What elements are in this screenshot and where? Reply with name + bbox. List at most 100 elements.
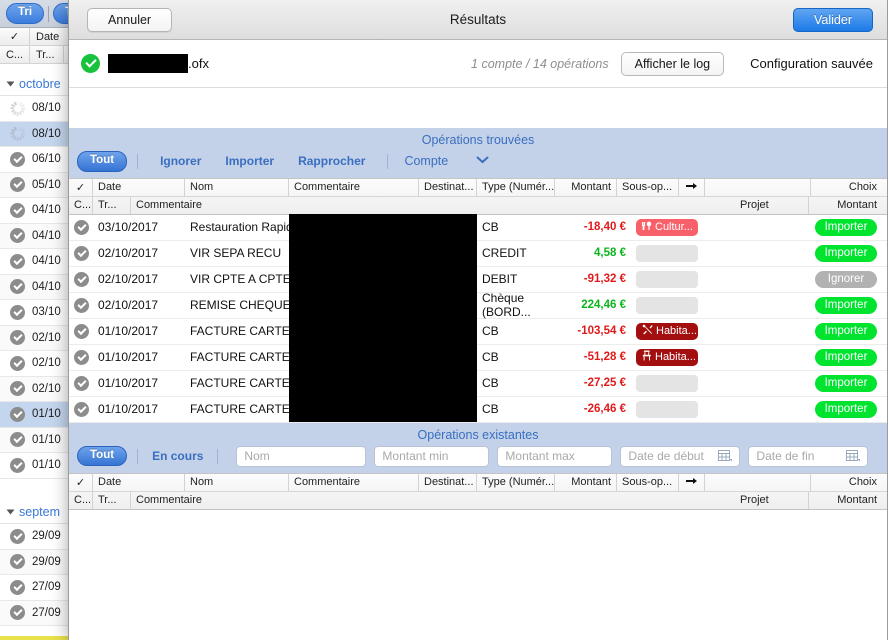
check-circle-icon[interactable] [10,381,25,397]
amount-min-input[interactable]: Montant min [374,445,490,467]
th-project[interactable]: Projet [735,196,809,214]
check-circle-icon[interactable] [10,406,25,422]
sort-arrows-icon[interactable] [679,178,705,196]
name-filter-input[interactable]: Nom [236,445,367,467]
calendar-icon[interactable] [718,450,733,462]
th-date[interactable]: Date [93,473,185,491]
check-circle-icon[interactable] [10,330,25,346]
th-amount-2[interactable]: Montant [809,492,887,509]
row-suboperation[interactable] [631,267,703,292]
th-amount[interactable]: Montant [555,178,617,196]
th-amount[interactable]: Montant [555,473,617,491]
table-row[interactable]: 01/10/2017 FACTURE CARTE CB -103,54 € Habita… [69,318,887,345]
check-circle-icon[interactable] [10,304,25,320]
category-badge[interactable]: Habita... [636,322,698,340]
check-circle-icon[interactable] [10,579,25,595]
category-badge-empty[interactable] [636,296,698,314]
row-check-icon[interactable] [69,345,93,370]
category-badge-empty[interactable] [636,244,698,262]
existing-filter-tab-all[interactable]: Tout [77,445,128,467]
check-circle-icon[interactable] [10,528,25,544]
table-row[interactable]: 03/10/2017 Restauration Rapide CB -18,40 € C… [69,214,887,241]
category-badge-empty[interactable] [636,400,698,418]
th-suboperation[interactable]: Sous-op... [617,473,679,491]
check-circle-icon[interactable] [10,151,25,167]
th-suboperation[interactable]: Sous-op... [617,178,679,196]
bg-col-tr[interactable]: Tr... [30,46,64,63]
row-check-icon[interactable] [69,293,93,318]
category-badge[interactable]: Cultur... [636,218,698,236]
filter-tab-import[interactable]: Importer [213,154,286,168]
row-suboperation[interactable] [631,371,703,396]
bg-col-c[interactable]: C... [0,46,30,63]
th-comment-2[interactable]: Commentaire [131,492,735,509]
filter-tab-reconcile[interactable]: Rapprocher [286,154,377,168]
row-action-button[interactable]: Importer [815,374,877,392]
sort-arrows-icon[interactable] [679,473,705,491]
disclosure-triangle-icon[interactable] [6,509,15,514]
check-circle-icon[interactable] [10,432,25,448]
table-row[interactable]: 02/10/2017 VIR SEPA RECU CREDIT 4,58 € Impor… [69,240,887,267]
table-row[interactable]: 01/10/2017 FACTURE CARTE CB -51,28 € Habita.… [69,344,887,371]
row-action-button[interactable]: Importer [815,400,877,418]
date-start-input[interactable]: Date de début [620,445,741,467]
th-tr[interactable]: Tr... [93,196,131,214]
check-circle-icon[interactable] [10,457,25,473]
th-type[interactable]: Type (Numér... [477,473,555,491]
sort-button[interactable]: Tri [6,3,45,24]
row-suboperation[interactable]: Habita... [631,345,703,370]
category-badge[interactable]: Habita... [636,348,698,366]
row-check-icon[interactable] [69,267,93,292]
row-action-button[interactable]: Importer [815,348,877,366]
disclosure-triangle-icon[interactable] [6,81,15,86]
th-choice[interactable]: Choix [811,474,887,491]
filter-tab-all[interactable]: Tout [77,151,128,172]
th-name[interactable]: Nom [185,473,289,491]
th-type[interactable]: Type (Numér... [477,178,555,196]
th-comment[interactable]: Commentaire [289,473,419,491]
check-circle-icon[interactable] [10,554,25,570]
th-date[interactable]: Date [93,178,185,196]
th-c[interactable]: C... [69,491,93,509]
row-suboperation[interactable] [631,293,703,318]
bg-col-check[interactable]: ✓ [0,28,30,45]
th-check[interactable]: ✓ [69,178,93,196]
cancel-button[interactable]: Annuler [87,7,173,32]
th-c[interactable]: C... [69,196,93,214]
row-check-icon[interactable] [69,371,93,396]
th-choice[interactable]: Choix [811,179,887,196]
check-circle-icon[interactable] [10,202,25,218]
table-row[interactable]: 01/10/2017 FACTURE CARTE CB -27,25 € Importe… [69,370,887,397]
date-end-input[interactable]: Date de fin [748,445,869,467]
th-amount-2[interactable]: Montant [809,197,887,214]
check-circle-icon[interactable] [10,605,25,621]
check-circle-icon[interactable] [10,253,25,269]
table-row[interactable]: 02/10/2017 REMISE CHEQUES Chèque (BORD... 2… [69,291,887,319]
row-suboperation[interactable] [631,397,703,422]
account-selector-label[interactable]: Compte [398,154,454,168]
th-destination[interactable]: Destinat... [419,473,477,491]
table-row[interactable]: 02/10/2017 VIR CPTE A CPTE EMIS DEBIT -91,3… [69,266,887,293]
row-suboperation[interactable]: Habita... [631,319,703,344]
calendar-icon[interactable] [846,450,861,462]
row-check-icon[interactable] [69,215,93,240]
th-comment[interactable]: Commentaire [289,178,419,196]
category-badge-empty[interactable] [636,270,698,288]
row-action-button[interactable]: Ignorer [815,270,877,288]
filter-tab-ignore[interactable]: Ignorer [148,154,213,168]
th-comment-2[interactable]: Commentaire [131,197,735,214]
row-action-button[interactable]: Importer [815,244,877,262]
row-check-icon[interactable] [69,319,93,344]
check-circle-icon[interactable] [10,279,25,295]
row-suboperation[interactable]: Cultur... [631,215,703,240]
th-name[interactable]: Nom [185,178,289,196]
th-check[interactable]: ✓ [69,473,93,491]
validate-button[interactable]: Valider [793,7,873,32]
check-circle-icon[interactable] [10,355,25,371]
row-suboperation[interactable] [631,241,703,266]
row-action-button[interactable]: Importer [815,218,877,236]
th-tr[interactable]: Tr... [93,491,131,509]
th-project[interactable]: Projet [735,491,809,509]
row-action-button[interactable]: Importer [815,322,877,340]
row-check-icon[interactable] [69,241,93,266]
